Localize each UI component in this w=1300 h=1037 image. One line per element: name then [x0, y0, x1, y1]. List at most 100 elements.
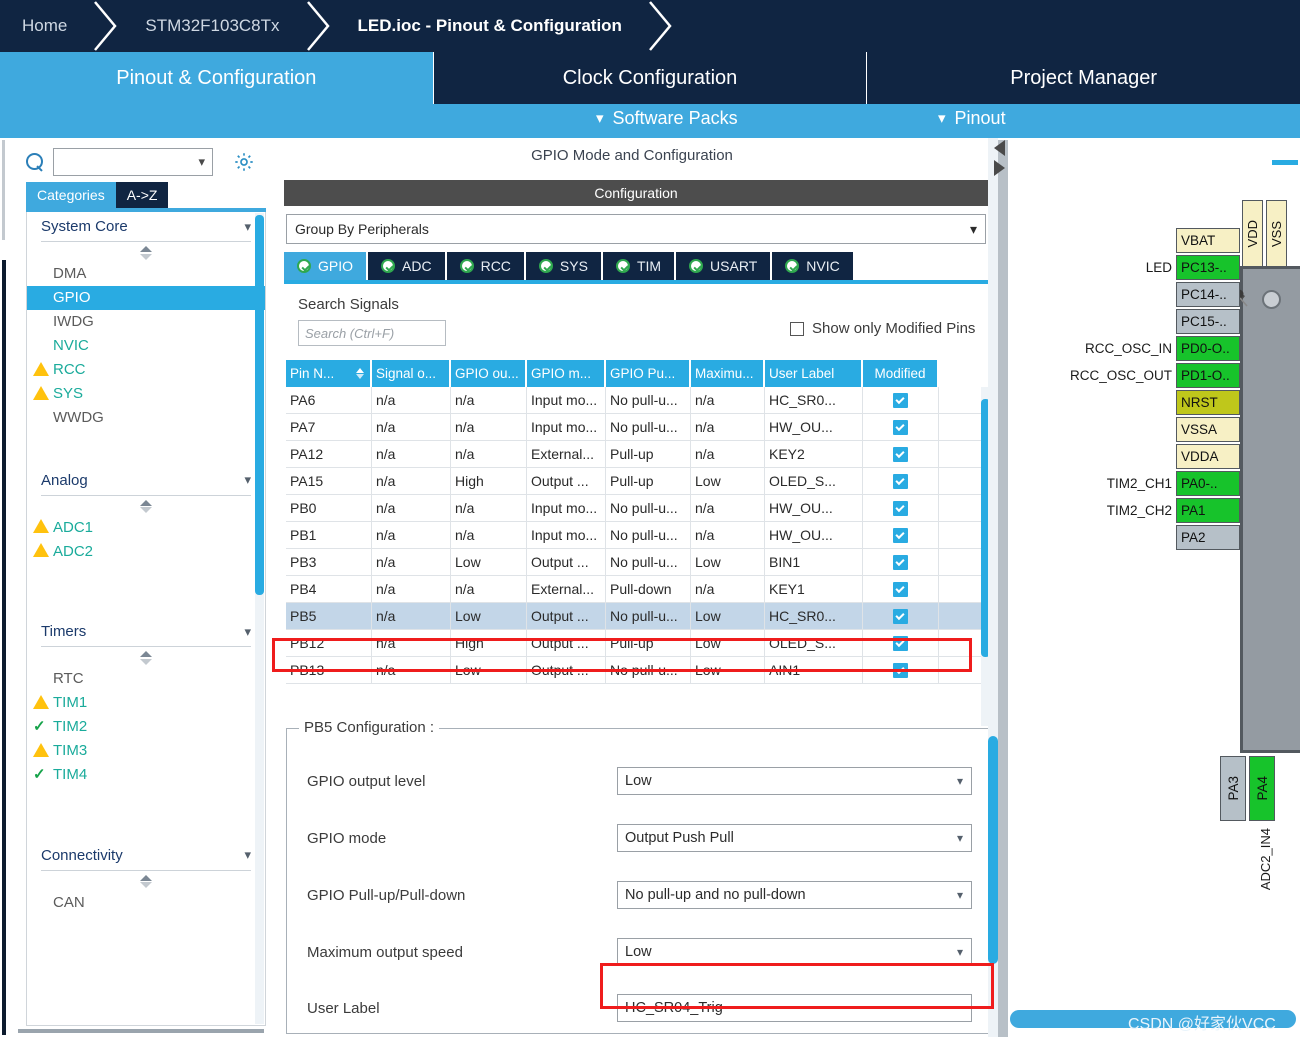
search-input[interactable]: ▾ — [53, 148, 213, 176]
scroll-spinner[interactable] — [27, 874, 265, 888]
tree-item-iwdg[interactable]: IWDG — [27, 310, 265, 334]
peripheral-tab-sys[interactable]: SYS — [525, 252, 603, 280]
gpio-pull-select[interactable]: No pull-up and no pull-down ▾ — [617, 881, 972, 909]
center-scrollbar-thumb[interactable] — [988, 736, 998, 964]
gpio-mode-select[interactable]: Output Push Pull ▾ — [617, 824, 972, 852]
cell-modified[interactable] — [863, 576, 939, 602]
tree-group-connectivity[interactable]: Connectivity ▾ — [41, 841, 251, 871]
pin-pa1[interactable]: PA1 — [1176, 498, 1240, 523]
tree-item-adc2[interactable]: ADC2 — [27, 539, 265, 563]
table-row[interactable]: PB3 n/a Low Output ... No pull-u... Low BIN1 — [286, 549, 990, 576]
tab-pinout-configuration[interactable]: Pinout & Configuration — [0, 52, 434, 104]
show-modified-pins-checkbox[interactable]: Show only Modified Pins — [790, 320, 975, 337]
pinout-menu[interactable]: ▾ Pinout — [938, 108, 1006, 129]
pin-pd0o[interactable]: PD0-O.. — [1176, 336, 1240, 361]
tree-item-tim3[interactable]: TIM3 — [27, 739, 265, 763]
cell-modified[interactable] — [863, 549, 939, 575]
column-header-pin-name[interactable]: Pin N... — [286, 360, 372, 387]
cell-modified[interactable] — [863, 657, 939, 683]
table-row[interactable]: PB4 n/a n/a External... Pull-down n/a KEY1 — [286, 576, 990, 603]
table-row[interactable]: PA7 n/a n/a Input mo... No pull-u... n/a HW_OU… — [286, 414, 990, 441]
tree-item-tim2[interactable]: ✓ TIM2 — [27, 715, 265, 739]
peripheral-tab-tim[interactable]: TIM — [602, 252, 677, 280]
sidebar-scrollbar-thumb[interactable] — [255, 215, 264, 595]
pin-pa0[interactable]: PA0-.. — [1176, 471, 1240, 496]
cell-modified[interactable] — [863, 495, 939, 521]
breadcrumb-item-current[interactable]: LED.ioc - Pinout & Configuration — [336, 0, 648, 52]
pin-pc14[interactable]: PC14-.. — [1176, 282, 1240, 307]
group-by-select[interactable]: Group By Peripherals ▾ — [286, 214, 986, 244]
table-row[interactable]: PB12 n/a High Output ... Pull-up Low OLED_S... — [286, 630, 990, 657]
gear-icon[interactable] — [233, 151, 255, 173]
center-scrollbar[interactable] — [988, 138, 998, 1037]
tab-project-manager[interactable]: Project Manager — [867, 52, 1300, 104]
tree-item-wwdg[interactable]: WWDG — [27, 406, 265, 430]
tree-group-system-core[interactable]: System Core ▾ — [41, 212, 251, 242]
scroll-spinner[interactable] — [27, 499, 265, 513]
peripheral-tab-usart[interactable]: USART — [676, 252, 773, 280]
peripheral-tab-nvic[interactable]: NVIC — [772, 252, 855, 280]
column-header-gpio-output[interactable]: GPIO ou... — [451, 360, 527, 387]
tree-item-tim1[interactable]: TIM1 — [27, 691, 265, 715]
left-splitter-top[interactable] — [2, 140, 5, 240]
table-row[interactable]: PA12 n/a n/a External... Pull-up n/a KEY2 — [286, 441, 990, 468]
peripheral-tab-rcc[interactable]: RCC — [446, 252, 526, 280]
tree-item-can[interactable]: CAN — [27, 890, 265, 914]
cell-modified[interactable] — [863, 414, 939, 440]
peripheral-tab-gpio[interactable]: GPIO — [284, 252, 369, 280]
sidebar-scrollbar[interactable] — [255, 213, 264, 1024]
pin-vbat[interactable]: VBAT — [1176, 228, 1240, 253]
gpio-output-level-select[interactable]: Low ▾ — [617, 767, 972, 795]
table-row[interactable]: PA6 n/a n/a Input mo... No pull-u... n/a HC_SR… — [286, 387, 990, 414]
breadcrumb-item-home[interactable]: Home — [0, 0, 93, 52]
tree-group-analog[interactable]: Analog ▾ — [41, 466, 251, 496]
tree-item-adc1[interactable]: ADC1 — [27, 515, 265, 539]
breadcrumb-item-mcu[interactable]: STM32F103C8Tx — [123, 0, 305, 52]
column-header-gpio-mode[interactable]: GPIO m... — [527, 360, 606, 387]
table-row[interactable]: PB1 n/a n/a Input mo... No pull-u... n/a HW_OU… — [286, 522, 990, 549]
tree-item-rtc[interactable]: RTC — [27, 667, 265, 691]
cell-modified[interactable] — [863, 630, 939, 656]
tree-item-sys[interactable]: SYS — [27, 382, 265, 406]
splitter-collapse-arrows[interactable] — [994, 140, 1008, 186]
search-signals-input[interactable]: Search (Ctrl+F) — [298, 320, 446, 346]
table-row[interactable]: PB0 n/a n/a Input mo... No pull-u... n/a HW_OU… — [286, 495, 990, 522]
cell-modified[interactable] — [863, 468, 939, 494]
column-header-gpio-pull[interactable]: GPIO Pu... — [606, 360, 691, 387]
arrow-right-icon[interactable] — [994, 160, 1005, 176]
cell-modified[interactable] — [863, 603, 939, 629]
tree-item-tim4[interactable]: ✓ TIM4 — [27, 763, 265, 787]
pin-vssa[interactable]: VSSA — [1176, 417, 1240, 442]
left-splitter[interactable] — [2, 260, 6, 1035]
pin-pc15[interactable]: PC15-.. — [1176, 309, 1240, 334]
panel-splitter[interactable] — [998, 140, 1008, 1037]
table-row[interactable]: PB13 n/a Low Output ... No pull-u... Low AIN1 — [286, 657, 990, 684]
table-row[interactable]: PA15 n/a High Output ... Pull-up Low OLED_S... — [286, 468, 990, 495]
pin-pa3[interactable]: PA3 — [1220, 756, 1246, 821]
pin-pa2[interactable]: PA2 — [1176, 525, 1240, 550]
software-packs-menu[interactable]: ▾ Software Packs — [596, 108, 738, 129]
column-header-maximum-speed[interactable]: Maximu... — [691, 360, 765, 387]
column-header-user-label[interactable]: User Label — [765, 360, 863, 387]
cell-modified[interactable] — [863, 441, 939, 467]
pin-vdd[interactable]: VDD — [1242, 200, 1263, 268]
tab-categories[interactable]: Categories — [26, 182, 116, 208]
table-row[interactable]: PB5 n/a Low Output ... No pull-u... Low HC_SR0… — [286, 603, 990, 630]
tree-item-nvic[interactable]: NVIC — [27, 334, 265, 358]
cell-modified[interactable] — [863, 522, 939, 548]
tab-clock-configuration[interactable]: Clock Configuration — [433, 52, 868, 104]
pin-vss[interactable]: VSS — [1266, 200, 1287, 268]
tab-a-to-z[interactable]: A->Z — [115, 182, 169, 208]
tree-item-dma[interactable]: DMA — [27, 262, 265, 286]
cell-modified[interactable] — [863, 387, 939, 413]
peripheral-tab-adc[interactable]: ADC — [368, 252, 447, 280]
tree-group-timers[interactable]: Timers ▾ — [41, 617, 251, 647]
scroll-spinner[interactable] — [27, 246, 265, 260]
column-header-modified[interactable]: Modified — [863, 360, 939, 387]
column-header-signal[interactable]: Signal o... — [372, 360, 451, 387]
pin-pc13[interactable]: PC13-.. — [1176, 255, 1240, 280]
pin-pd1o[interactable]: PD1-O.. — [1176, 363, 1240, 388]
pin-vdda[interactable]: VDDA — [1176, 444, 1240, 469]
tree-item-rcc[interactable]: RCC — [27, 358, 265, 382]
pin-nrst[interactable]: NRST — [1176, 390, 1240, 415]
